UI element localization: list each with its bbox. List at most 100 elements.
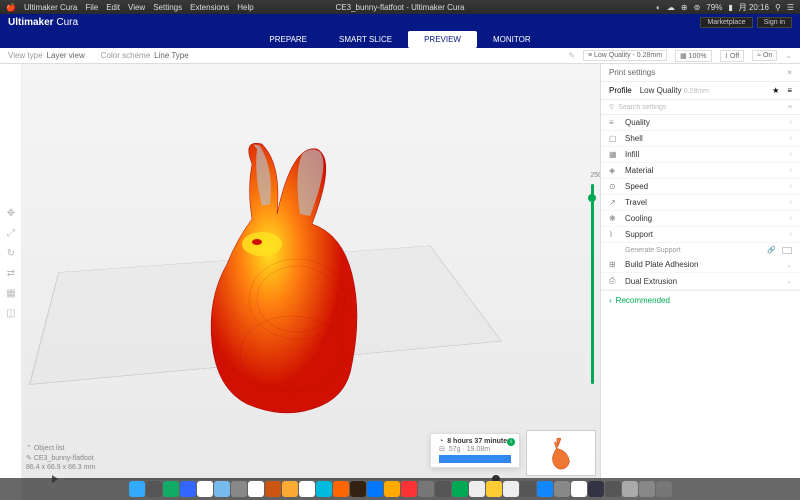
dock-app-19[interactable] [452,481,468,497]
model-preview[interactable] [162,134,422,434]
dock-app-2[interactable] [163,481,179,497]
apple-icon[interactable]: 🍎 [6,3,16,12]
setting-infill[interactable]: ▦Infill‹ [601,147,800,163]
dock-app-18[interactable] [435,481,451,497]
mini-preview[interactable] [526,430,596,476]
tab-preview[interactable]: PREVIEW [408,31,477,48]
signin-button[interactable]: Sign in [757,17,792,28]
dock-app-16[interactable] [401,481,417,497]
search-input[interactable]: Search settings [618,104,666,111]
save-button[interactable] [439,455,511,463]
dock-app-31[interactable] [656,481,672,497]
object-filename[interactable]: ✎ CE3_bunny-flatfoot [26,453,95,463]
dock-app-29[interactable] [622,481,638,497]
dock-app-11[interactable] [316,481,332,497]
control-center-icon[interactable]: ☰ [787,3,794,12]
wifi-icon[interactable]: ⊚ [694,3,701,12]
dock-app-30[interactable] [639,481,655,497]
star-icon[interactable]: ★ [772,86,779,95]
menu-edit[interactable]: Edit [106,3,120,12]
dock-app-9[interactable] [282,481,298,497]
tool-mirror[interactable]: ⇄ [2,264,20,282]
marketplace-button[interactable]: Marketplace [700,17,752,28]
recommended-button[interactable]: ‹ Recommended [601,290,800,310]
dock-app-20[interactable] [469,481,485,497]
dock-app-3[interactable] [180,481,196,497]
setting-speed[interactable]: ⊙Speed‹ [601,179,800,195]
setting-quality[interactable]: ≡Quality‹ [601,115,800,131]
info-icon[interactable]: i [507,438,515,446]
viewport[interactable]: 250 ⌃ Object list ✎ CE3_bunny-flatfoot 8… [22,64,600,500]
quality-badge[interactable]: ≡ Low Quality - 0.28mm [583,50,667,61]
colorscheme-label: Color scheme [101,51,150,60]
dock-app-12[interactable] [333,481,349,497]
menu-help[interactable]: Help [237,3,253,12]
profile-select[interactable]: Low Quality 0.28mm [640,86,764,95]
menu-file[interactable]: File [85,3,98,12]
tab-smartslice[interactable]: SMART SLICE [323,31,408,48]
dock-app-0[interactable] [129,481,145,497]
search-icon[interactable]: ⚲ [775,3,781,12]
menu-settings[interactable]: Settings [153,3,182,12]
support-badge[interactable]: ⌇ Off [720,50,745,62]
menu-icon[interactable]: ≡ [787,86,792,95]
category-icon: ↗ [609,198,619,207]
object-list-toggle[interactable]: ⌃ Object list [26,443,95,453]
colorscheme-select[interactable]: Line Type [154,51,189,60]
setting-dual-extrusion[interactable]: ⎙Dual Extrusion⌄ [601,273,800,290]
menu-extensions[interactable]: Extensions [190,3,229,12]
dock-app-5[interactable] [214,481,230,497]
setting-material[interactable]: ◈Material‹ [601,163,800,179]
dock-app-1[interactable] [146,481,162,497]
status-icon[interactable]: ◐ [656,3,661,12]
adhesion-badge[interactable]: ≈ On [752,50,777,61]
dock-app-13[interactable] [350,481,366,497]
tab-prepare[interactable]: PREPARE [253,31,323,48]
mac-menubar: 🍎 Ultimaker Cura File Edit View Settings… [0,0,800,14]
dock-app-25[interactable] [554,481,570,497]
dock-app-26[interactable] [571,481,587,497]
dock-app-22[interactable] [503,481,519,497]
dock-app-21[interactable] [486,481,502,497]
filter-icon[interactable]: ≡ [788,104,792,111]
setting-build-plate-adhesion[interactable]: ⊞Build Plate Adhesion⌄ [601,257,800,273]
left-toolbar: ✥ ⤢ ↻ ⇄ ▦ ◫ [0,64,22,500]
tool-support[interactable]: ◫ [2,304,20,322]
dock-app-27[interactable] [588,481,604,497]
panel-title: Print settings [609,68,655,77]
menu-view[interactable]: View [128,3,145,12]
slider-thumb[interactable] [588,194,596,202]
tool-rotate[interactable]: ↻ [2,244,20,262]
category-label: Quality [625,118,784,127]
status-icon-2[interactable]: ⊕ [681,3,688,12]
infill-badge[interactable]: ▦ 100% [675,50,711,62]
menu-app[interactable]: Ultimaker Cura [24,3,77,12]
dock-app-15[interactable] [384,481,400,497]
viewtype-select[interactable]: Layer view [47,51,85,60]
dock-app-24[interactable] [537,481,553,497]
setting-travel[interactable]: ↗Travel‹ [601,195,800,211]
chevron-down-icon[interactable]: ⌄ [785,51,792,60]
link-icon[interactable]: 🔗 [767,246,776,254]
dock-app-14[interactable] [367,481,383,497]
dock-app-17[interactable] [418,481,434,497]
tab-monitor[interactable]: MONITOR [477,31,547,48]
cloud-icon[interactable]: ☁ [667,3,675,12]
dock-app-7[interactable] [248,481,264,497]
dock-app-6[interactable] [231,481,247,497]
close-icon[interactable]: × [787,68,792,77]
tool-scale[interactable]: ⤢ [2,224,20,242]
generate-support-toggle[interactable] [782,247,792,254]
layer-slider[interactable]: 250 [588,184,596,384]
dock-app-10[interactable] [299,481,315,497]
edit-icon[interactable]: ✎ [568,51,575,60]
setting-support[interactable]: ⌇Support‹ [601,227,800,243]
tool-move[interactable]: ✥ [2,204,20,222]
tool-mesh[interactable]: ▦ [2,284,20,302]
setting-cooling[interactable]: ❋Cooling‹ [601,211,800,227]
dock-app-4[interactable] [197,481,213,497]
dock-app-23[interactable] [520,481,536,497]
dock-app-8[interactable] [265,481,281,497]
setting-shell[interactable]: ▢Shell‹ [601,131,800,147]
dock-app-28[interactable] [605,481,621,497]
